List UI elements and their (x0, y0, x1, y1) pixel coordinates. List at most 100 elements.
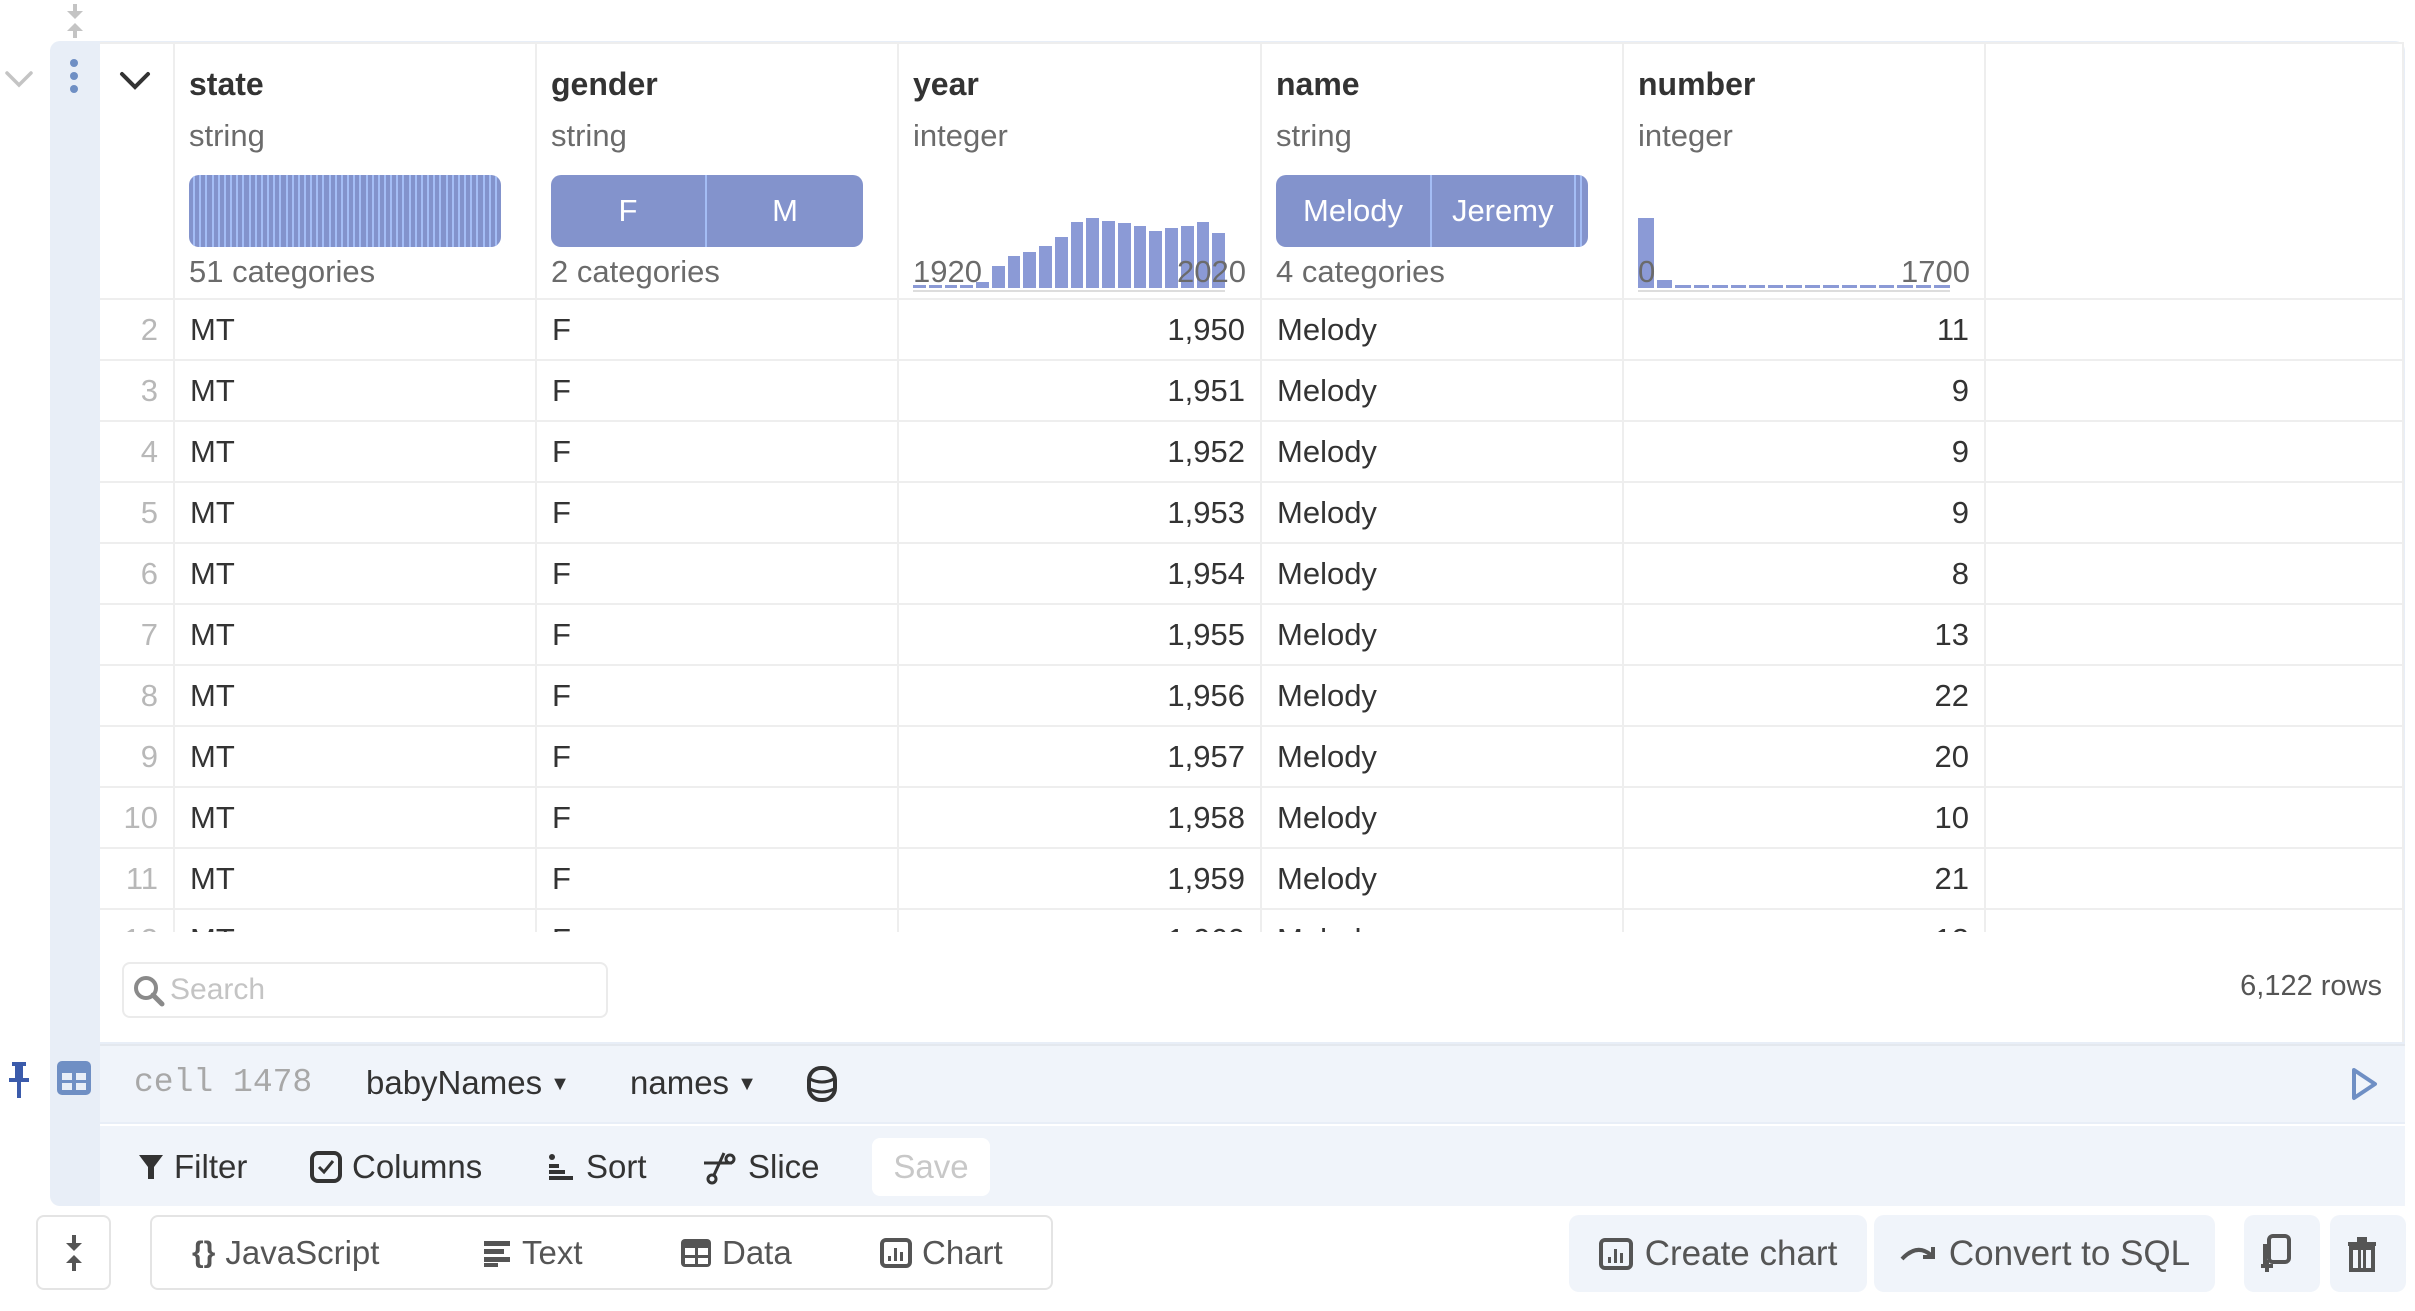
row-index: 7 (140, 617, 158, 652)
cell-label: cell 1478 (134, 1064, 313, 1101)
table-row[interactable]: 12 MT F 1,960 Melody 12 (100, 910, 2402, 932)
table-row[interactable]: 5 MT F 1,953 Melody 9 (100, 483, 2402, 544)
cell-number: 10 (1934, 800, 1969, 835)
cell-name: Melody (1277, 739, 1377, 774)
table-row[interactable]: 8 MT F 1,956 Melody 22 (100, 666, 2402, 727)
category-count: 2 categories (551, 254, 720, 289)
table-row[interactable]: 10 MT F 1,958 Melody 10 (100, 788, 2402, 849)
filter-button[interactable]: Filter (138, 1142, 247, 1192)
cell-gender: F (552, 861, 571, 896)
sort-button[interactable]: Sort (546, 1142, 647, 1192)
run-cell-icon[interactable] (2349, 1066, 2379, 1102)
row-index: 3 (140, 373, 158, 408)
pin-icon[interactable] (6, 1060, 32, 1100)
table-row[interactable]: 4 MT F 1,952 Melody 9 (100, 422, 2402, 483)
sort-label: Sort (586, 1148, 647, 1185)
histogram-axis: 1920 2020 (913, 254, 1246, 290)
search-box[interactable] (122, 962, 608, 1018)
columns-label: Columns (352, 1148, 483, 1185)
category-segment[interactable] (1582, 175, 1588, 247)
sort-icon (549, 1154, 573, 1180)
cell-number: 13 (1934, 617, 1969, 652)
cell-year: 1,955 (1167, 617, 1245, 652)
duplicate-icon (2261, 1233, 2291, 1272)
database-icon[interactable] (806, 1065, 838, 1103)
search-input[interactable] (170, 964, 600, 1016)
table-row[interactable]: 7 MT F 1,955 Melody 13 (100, 605, 2402, 666)
cell-name: Melody (1277, 373, 1377, 408)
filter-icon (139, 1155, 163, 1179)
add-text-button[interactable]: Text (482, 1217, 583, 1288)
trash-icon (2348, 1236, 2376, 1272)
filter-label: Filter (174, 1148, 248, 1185)
collapse-summary-chevron-icon[interactable] (118, 66, 152, 96)
cell-gender: F (552, 678, 571, 713)
cell-year: 1,959 (1167, 861, 1245, 896)
table-footer: 6,122 rows (100, 932, 2404, 1042)
column-type: integer (1638, 118, 1733, 153)
columns-button[interactable]: Columns (310, 1142, 482, 1192)
cell-state: MT (190, 495, 235, 530)
category-segment[interactable]: F (551, 175, 707, 247)
category-segment[interactable]: Jeremy (1432, 175, 1576, 247)
add-chart-button[interactable]: Chart (880, 1217, 1003, 1288)
cell-menu-icon[interactable] (62, 58, 86, 94)
cell-state: MT (190, 800, 235, 835)
column-header-gender[interactable]: gender string F M 2 categories (537, 44, 897, 299)
category-summary-bar[interactable] (189, 175, 501, 247)
row-index: 12 (100, 910, 158, 932)
table-row[interactable]: 9 MT F 1,957 Melody 20 (100, 727, 2402, 788)
source-dropdown[interactable]: babyNames ▼ (366, 1064, 570, 1102)
cell-name: Melody (1277, 495, 1377, 530)
cell-number: 9 (1951, 434, 1969, 469)
row-index: 6 (140, 556, 158, 591)
caret-down-icon: ▼ (550, 1073, 570, 1095)
table-dropdown[interactable]: names ▼ (630, 1064, 757, 1102)
column-name: year (913, 66, 979, 102)
cell-name: Melody (1277, 678, 1377, 713)
cell-state: MT (190, 312, 235, 347)
cell-gender: F (552, 434, 571, 469)
column-header-name[interactable]: name string Melody Jeremy 4 categories (1262, 44, 1622, 299)
cell-state: MT (190, 910, 520, 932)
fold-cell-chevron-icon[interactable] (4, 64, 34, 94)
category-segment[interactable]: Melody (1276, 175, 1432, 247)
category-segment[interactable] (497, 175, 501, 247)
create-chart-button[interactable]: Create chart (1569, 1215, 1867, 1292)
save-button[interactable]: Save (872, 1138, 990, 1196)
column-name: number (1638, 66, 1756, 102)
braces-icon: {} (192, 1235, 216, 1269)
column-header-year[interactable]: year integer 1920 2020 (899, 44, 1260, 299)
table-row[interactable]: 11 MT F 1,959 Melody 21 (100, 849, 2402, 910)
cell-name: Melody (1277, 800, 1377, 835)
cell-year: 1,960 (900, 910, 1245, 932)
column-header-number[interactable]: number integer 0 1700 (1624, 44, 1984, 299)
collapse-icon (65, 1234, 82, 1271)
duplicate-cell-button[interactable] (2244, 1215, 2320, 1292)
add-javascript-button[interactable]: {} JavaScript (192, 1217, 379, 1288)
create-chart-label: Create chart (1644, 1233, 1838, 1273)
collapse-all-button[interactable] (36, 1215, 111, 1290)
convert-to-sql-button[interactable]: Convert to SQL (1874, 1215, 2215, 1292)
table-row[interactable]: 2 MT F 1,950 Melody 11 (100, 300, 2402, 361)
row-index: 11 (125, 861, 158, 896)
add-data-label: Data (722, 1233, 792, 1271)
row-index: 10 (123, 800, 158, 835)
collapse-cells-icon[interactable] (60, 4, 90, 38)
slice-button[interactable]: Slice (702, 1142, 820, 1192)
add-data-button[interactable]: Data (680, 1217, 792, 1288)
category-segment[interactable]: M (707, 175, 863, 247)
chart-icon (880, 1237, 912, 1268)
category-count: 51 categories (189, 254, 376, 289)
category-count: 4 categories (1276, 254, 1445, 289)
cell-year: 1,957 (1167, 739, 1245, 774)
delete-cell-button[interactable] (2330, 1215, 2406, 1292)
table-row[interactable]: 6 MT F 1,954 Melody 8 (100, 544, 2402, 605)
column-header-state[interactable]: state string 51 categories (175, 44, 535, 299)
table-row[interactable]: 3 MT F 1,951 Melody 9 (100, 361, 2402, 422)
cell-number: 12 (1624, 910, 1969, 932)
row-index: 5 (140, 495, 158, 530)
cell-year: 1,952 (1167, 434, 1245, 469)
table-toolbar: Filter Columns Sort Slice Save (100, 1124, 2405, 1206)
cell-state: MT (190, 373, 235, 408)
